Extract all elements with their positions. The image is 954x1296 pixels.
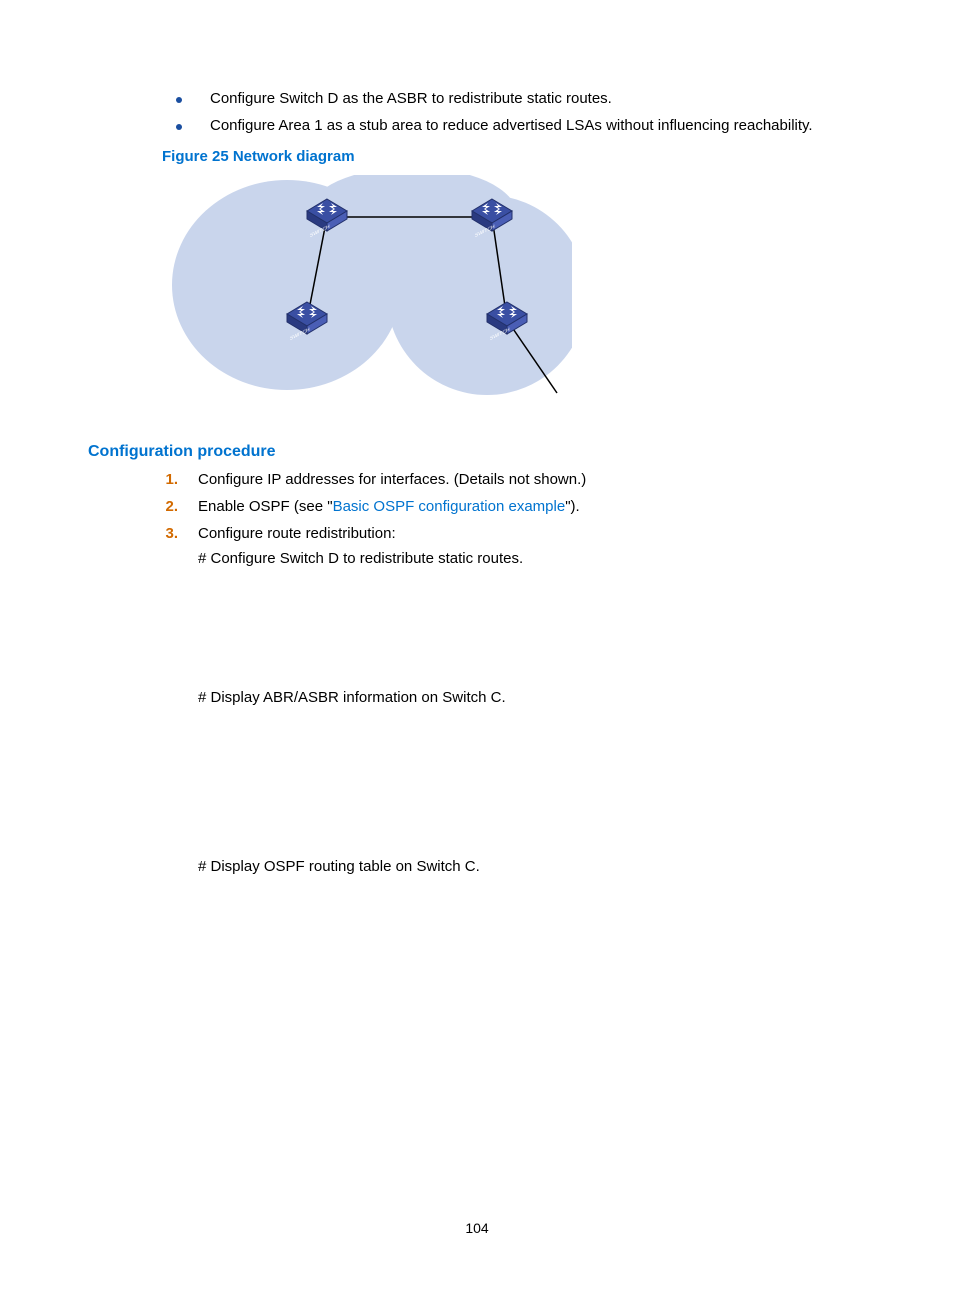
network-diagram: SWITCH (162, 175, 572, 415)
step-number: 3. (88, 525, 198, 542)
bullet-list: Configure Switch D as the ASBR to redist… (88, 90, 866, 134)
step-item: 1. Configure IP addresses for interfaces… (88, 471, 866, 488)
figure-caption: Figure 25 Network diagram (162, 148, 866, 165)
step-sub-text: # Configure Switch D to redistribute sta… (198, 550, 866, 567)
list-item: Configure Area 1 as a stub area to reduc… (88, 117, 866, 134)
step-item: 3. Configure route redistribution: # Con… (88, 525, 866, 567)
step-suffix: "). (565, 498, 580, 515)
step-text: Enable OSPF (see "Basic OSPF configurati… (198, 498, 866, 515)
step-text: Configure route redistribution: (198, 525, 396, 542)
step-number: 2. (88, 498, 198, 515)
section-heading: Configuration procedure (88, 443, 866, 461)
bullet-text: Configure Switch D as the ASBR to redist… (210, 90, 612, 107)
bullet-text: Configure Area 1 as a stub area to reduc… (210, 117, 813, 134)
list-item: Configure Switch D as the ASBR to redist… (88, 90, 866, 107)
procedure-list: 1. Configure IP addresses for interfaces… (88, 471, 866, 567)
step-prefix: Enable OSPF (see " (198, 498, 333, 515)
bullet-icon (176, 124, 182, 130)
link-basic-ospf-example[interactable]: Basic OSPF configuration example (333, 498, 566, 515)
step-item: 2. Enable OSPF (see "Basic OSPF configur… (88, 498, 866, 515)
comment-line: # Display OSPF routing table on Switch C… (198, 858, 866, 875)
bullet-icon (176, 97, 182, 103)
comment-line: # Display ABR/ASBR information on Switch… (198, 689, 866, 706)
step-number: 1. (88, 471, 198, 488)
page-number: 104 (0, 1220, 954, 1236)
step-text: Configure IP addresses for interfaces. (… (198, 471, 866, 488)
